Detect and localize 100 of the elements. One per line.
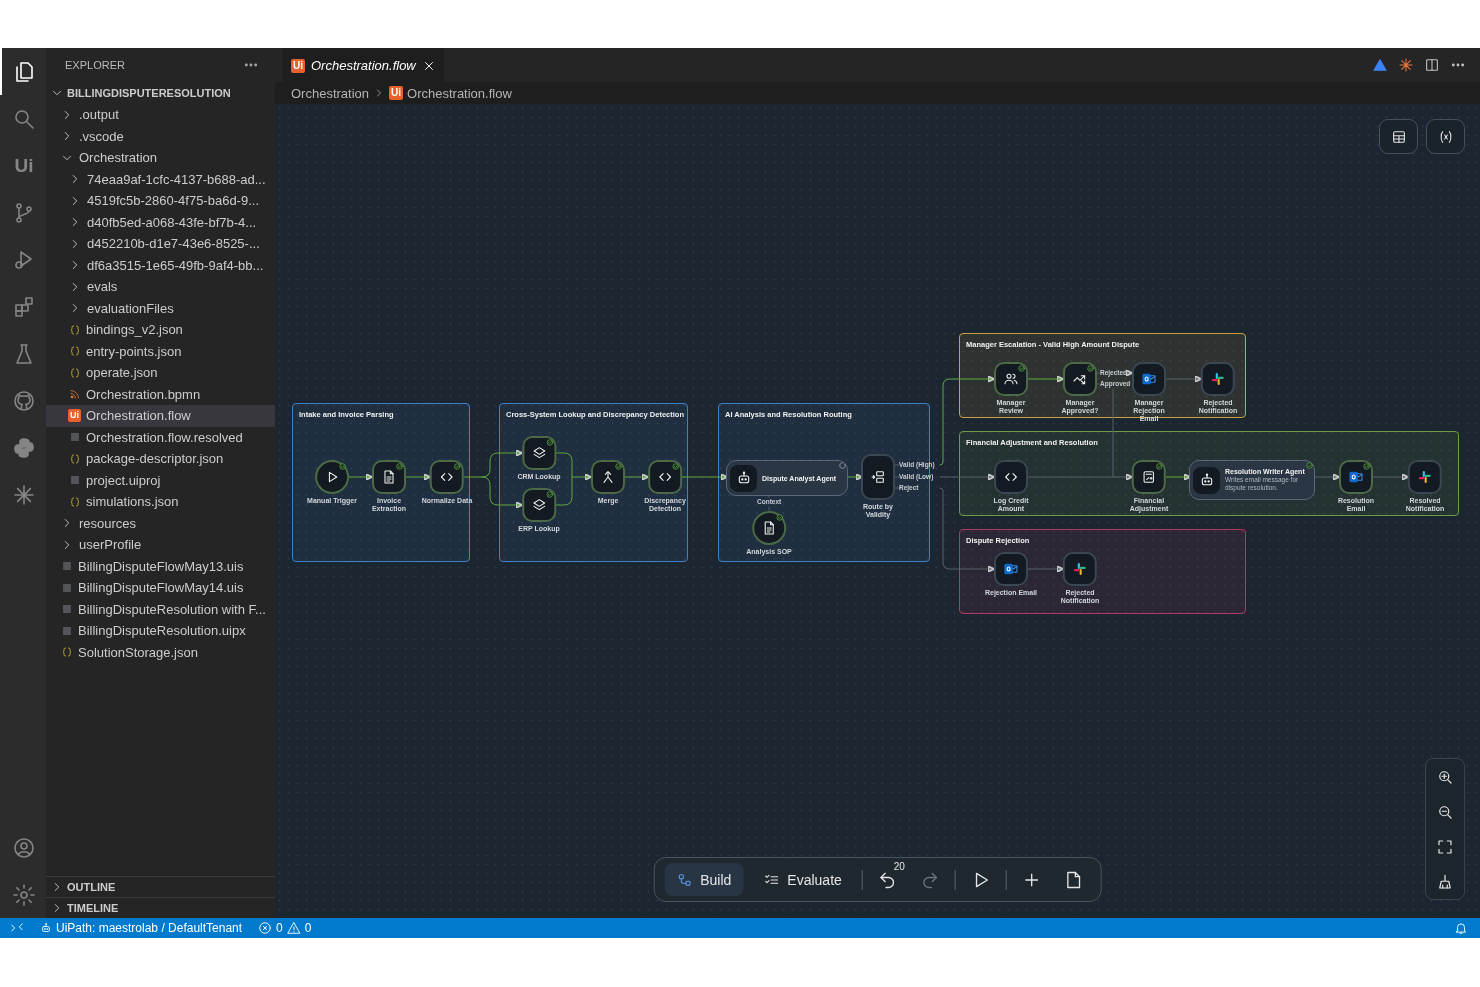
flow-node[interactable] bbox=[372, 460, 406, 494]
error-icon bbox=[258, 921, 273, 935]
settings-icon bbox=[12, 882, 36, 907]
file-item[interactable]: simulations.json bbox=[46, 491, 275, 513]
flow-node[interactable] bbox=[522, 488, 556, 522]
flow-node[interactable] bbox=[648, 460, 682, 494]
file-name: 74eaa9af-1cfc-4137-b688-ad... bbox=[87, 171, 266, 187]
nodes-icon bbox=[676, 871, 693, 888]
folder-item[interactable]: 4519fc5b-2860-4f75-ba6d-9... bbox=[46, 190, 275, 212]
connector-line bbox=[847, 473, 863, 481]
flow-node[interactable] bbox=[861, 454, 895, 500]
folder-item[interactable]: Orchestration bbox=[46, 147, 275, 169]
folder-item[interactable]: df6a3515-1e65-49fb-9af4-bb... bbox=[46, 254, 275, 276]
canvas-tool-button[interactable] bbox=[1379, 119, 1418, 154]
flow-node[interactable] bbox=[994, 552, 1028, 586]
folder-item[interactable]: d452210b-d1e7-43e6-8525-... bbox=[46, 233, 275, 255]
file-name: entry-points.json bbox=[86, 343, 182, 359]
flow-node[interactable] bbox=[1132, 362, 1166, 396]
braces-icon bbox=[69, 452, 81, 465]
file-item[interactable]: Orchestration.flow.resolved bbox=[46, 426, 275, 448]
flow-node[interactable] bbox=[1408, 460, 1442, 494]
folder-item[interactable]: evals bbox=[46, 276, 275, 298]
braces-icon bbox=[69, 323, 81, 336]
file-name: BillingDisputeResolution with F... bbox=[78, 601, 266, 617]
file-item[interactable]: Ui Orchestration.flow bbox=[46, 405, 275, 427]
split-editor-icon[interactable] bbox=[1424, 57, 1440, 73]
flow-node[interactable] bbox=[1339, 460, 1373, 494]
file-item[interactable]: SolutionStorage.json bbox=[46, 641, 275, 663]
connector-line bbox=[1372, 473, 1409, 481]
file-item[interactable]: BillingDisputeResolution with F... bbox=[46, 598, 275, 620]
breadcrumb[interactable]: Orchestration bbox=[291, 85, 370, 101]
bell-icon[interactable] bbox=[1454, 921, 1468, 935]
connector-line bbox=[405, 473, 431, 481]
folder-item[interactable]: d40fb5ed-a068-43fe-bf7b-4... bbox=[46, 211, 275, 233]
file-name: evals bbox=[87, 279, 118, 295]
connector-line bbox=[1165, 375, 1202, 383]
folder-item[interactable]: evaluationFiles bbox=[46, 297, 275, 319]
folder-item[interactable]: 74eaa9af-1cfc-4137-b688-ad... bbox=[46, 168, 275, 190]
section-title: OUTLINE bbox=[67, 881, 116, 893]
layers-icon bbox=[531, 497, 547, 513]
braces-icon bbox=[61, 646, 73, 659]
flow-node[interactable] bbox=[1201, 362, 1235, 396]
editor-tab[interactable]: Ui Orchestration.flow bbox=[283, 48, 444, 82]
error-count[interactable]: 0 bbox=[276, 921, 283, 935]
asterisk-icon[interactable] bbox=[1398, 57, 1414, 73]
folder-item[interactable]: .vscode bbox=[46, 125, 275, 147]
section-title: TIMELINE bbox=[67, 902, 119, 914]
connector-line bbox=[1125, 369, 1133, 377]
mode-tab[interactable]: Build bbox=[664, 863, 744, 896]
tab-title: Orchestration.flow bbox=[311, 58, 416, 73]
file-name: operate.json bbox=[86, 365, 158, 381]
fit-view-icon[interactable] bbox=[1436, 837, 1454, 856]
account-status[interactable]: UiPath: maestrolab / DefaultTenant bbox=[56, 921, 243, 935]
file-name: package-descriptor.json bbox=[86, 451, 224, 467]
calculator-icon bbox=[1141, 469, 1157, 485]
file-item[interactable]: BillingDisputeResolution.uipx bbox=[46, 620, 275, 642]
flow-node[interactable] bbox=[522, 436, 556, 470]
file-item[interactable]: package-descriptor.json bbox=[46, 448, 275, 470]
file-item[interactable]: project.uiproj bbox=[46, 469, 275, 491]
flow-node[interactable] bbox=[994, 460, 1028, 494]
file-name: Orchestration.bpmn bbox=[86, 386, 201, 402]
mode-tab[interactable]: Evaluate bbox=[751, 863, 854, 896]
folder-item[interactable]: userProfile bbox=[46, 534, 275, 556]
canvas-tool-button[interactable] bbox=[1426, 119, 1465, 154]
flow-node[interactable] bbox=[315, 460, 349, 494]
file-name: BillingDisputeFlowMay14.uis bbox=[78, 580, 244, 596]
warning-count[interactable]: 0 bbox=[304, 921, 312, 935]
panel-header[interactable]: OUTLINE bbox=[46, 876, 275, 897]
triangle-logo-icon[interactable] bbox=[1372, 57, 1388, 73]
file-item[interactable]: BillingDisputeFlowMay14.uis bbox=[46, 577, 275, 599]
mail-app-icon bbox=[1141, 371, 1157, 387]
folder-item[interactable]: resources bbox=[46, 512, 275, 534]
flow-node[interactable] bbox=[591, 460, 625, 494]
flow-node[interactable] bbox=[1063, 552, 1097, 586]
file-name: bindings_v2.json bbox=[86, 322, 183, 338]
flow-node[interactable] bbox=[430, 460, 464, 494]
remote-icon bbox=[10, 921, 24, 935]
uipath-logo-button[interactable]: Ui bbox=[0, 142, 46, 189]
file-name: resources bbox=[79, 515, 137, 531]
file-item[interactable]: BillingDisputeFlowMay13.uis bbox=[46, 555, 275, 577]
file-item[interactable]: Orchestration.bpmn bbox=[46, 383, 275, 405]
breadcrumb[interactable]: Orchestration.flow bbox=[407, 85, 512, 101]
file-item[interactable]: operate.json bbox=[46, 362, 275, 384]
lines-icon bbox=[69, 474, 81, 487]
file-name: project.uiproj bbox=[86, 472, 161, 488]
flow-node[interactable] bbox=[1063, 362, 1097, 396]
pinwheel-icon bbox=[1210, 371, 1226, 387]
table-icon bbox=[1390, 128, 1407, 145]
file-item[interactable]: bindings_v2.json bbox=[46, 319, 275, 341]
connector-line bbox=[624, 473, 649, 481]
file-name: d452210b-d1e7-43e6-8525-... bbox=[87, 236, 260, 252]
flow-node[interactable] bbox=[1132, 460, 1166, 494]
project-folder[interactable]: BILLINGDISPUTERESOLUTION bbox=[46, 82, 275, 104]
flow-node[interactable] bbox=[994, 362, 1028, 396]
file-name: simulations.json bbox=[86, 494, 179, 510]
flow-node[interactable] bbox=[752, 511, 786, 545]
folder-item[interactable]: .output bbox=[46, 104, 275, 126]
file-name: .vscode bbox=[79, 128, 124, 144]
file-item[interactable]: entry-points.json bbox=[46, 340, 275, 362]
broom-icon[interactable] bbox=[1436, 872, 1454, 891]
